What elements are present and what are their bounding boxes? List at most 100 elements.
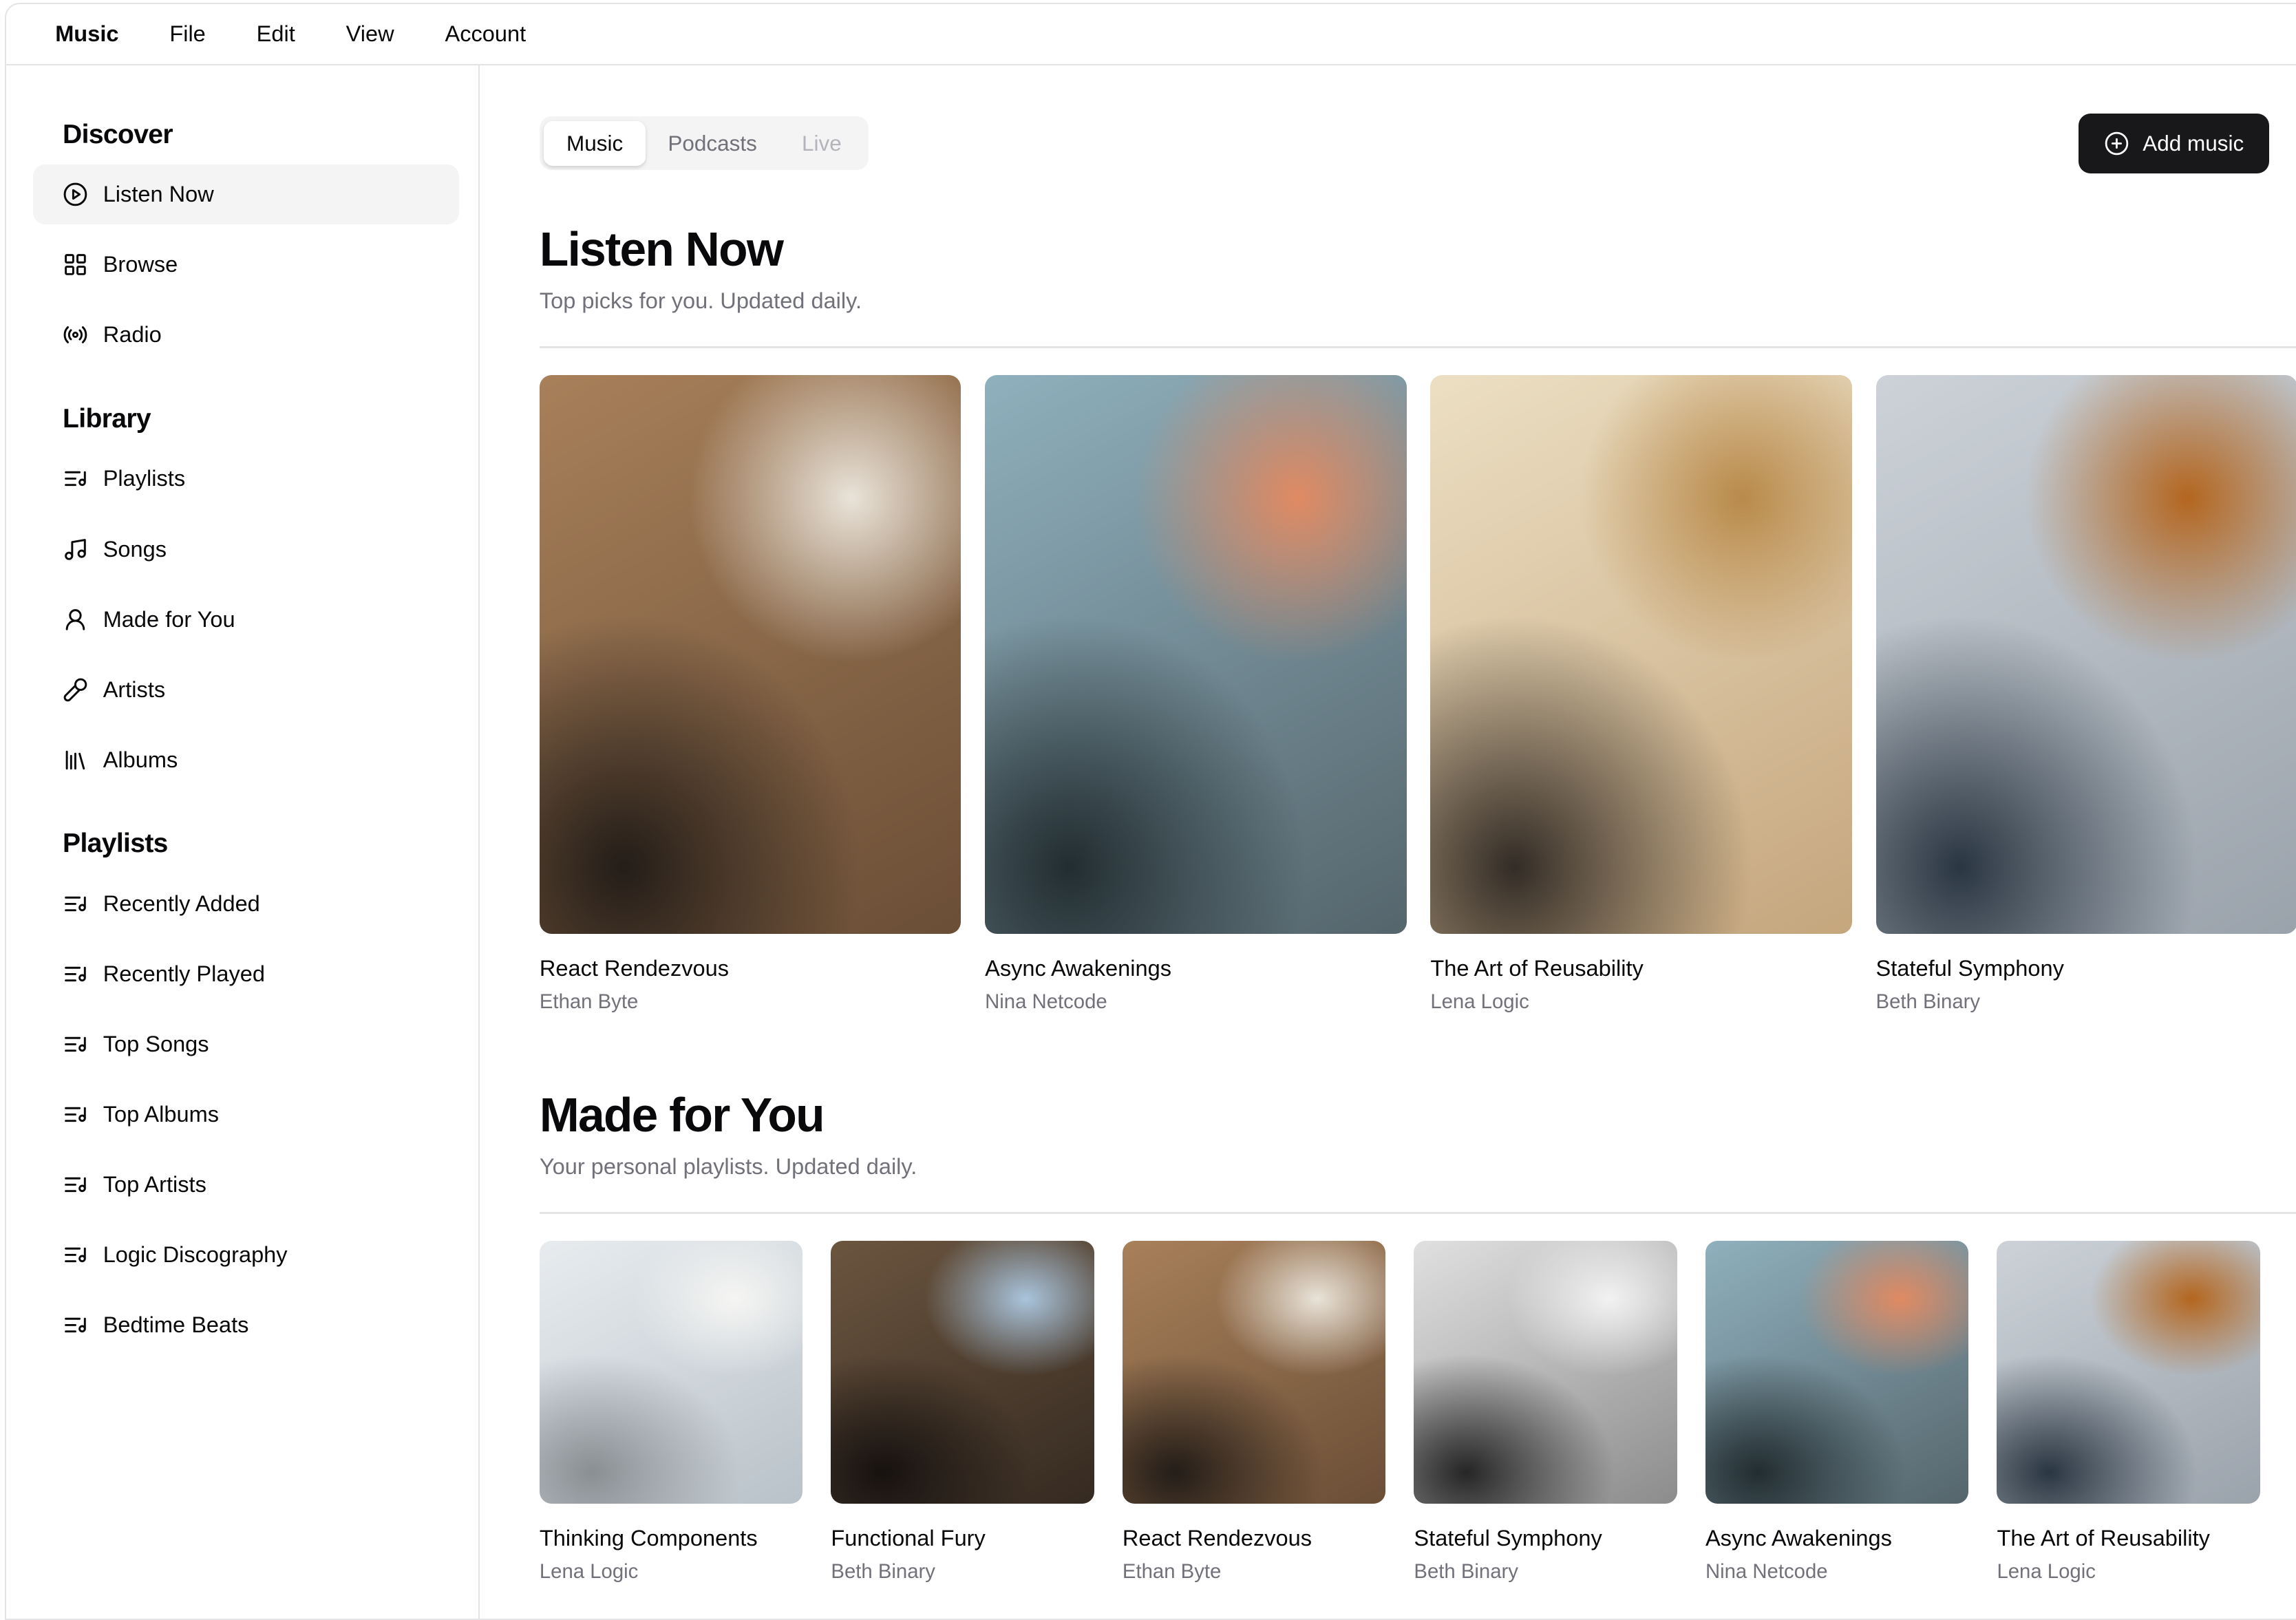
tab-music[interactable]: Music [544,120,646,166]
album-cover[interactable] [539,374,961,934]
menu-music[interactable]: Music [55,21,118,47]
album-title: React Rendezvous [539,956,730,981]
sidebar-item-label: Listen Now [103,182,214,207]
playlist-artist: Ethan Byte [1122,1559,1222,1583]
album-title: Stateful Symphony [1875,956,2064,981]
playlist-artist: Nina Netcode [1705,1559,1828,1583]
microphone-icon [63,678,87,701]
list-music-icon [65,966,86,982]
album-artist: Nina Netcode [985,990,1107,1013]
album-card: Stateful Symphony Beth Binary [1875,374,2296,1014]
playlist-title: Stateful Symphony [1414,1526,1602,1551]
sidebar-item-artists[interactable]: Artists [33,660,459,720]
playlist-title: Functional Fury [831,1526,986,1551]
playlist-cover[interactable] [1414,1240,1677,1504]
sidebar-item-albums[interactable]: Albums [33,730,459,790]
music-note-icon [65,538,86,560]
sidebar-item-top-artists[interactable]: Top Artists [33,1155,459,1215]
playlist-cover[interactable] [1122,1240,1386,1504]
radio-icon [63,326,87,344]
sidebar-item-label: Radio [103,322,162,348]
tab-list: Music Podcasts Live [539,116,869,171]
list-music-icon [65,1036,86,1052]
list-music-icon [65,471,86,487]
sidebar-item-songs[interactable]: Songs [33,520,459,579]
play-circle-icon [63,182,87,206]
divider [539,1212,2296,1214]
tab-live[interactable]: Live [779,121,864,166]
playlist-card: The Art of Reusability Lena Logic [1997,1240,2260,1584]
sidebar-section-playlists: Playlists [63,829,168,859]
sidebar-item-top-albums[interactable]: Top Albums [33,1085,459,1144]
playlist-artist: Beth Binary [1414,1559,1518,1583]
album-artist: Lena Logic [1430,990,1529,1013]
menu-view[interactable]: View [346,21,394,47]
playlist-card: React Rendezvous Ethan Byte [1122,1240,1386,1584]
sidebar-item-browse[interactable]: Browse [33,235,459,295]
sidebar-item-listen-now[interactable]: Listen Now [32,164,459,225]
playlist-card: Functional Fury Beth Binary [831,1240,1094,1584]
sidebar-item-recently-added[interactable]: Recently Added [33,874,459,934]
playlist-title: React Rendezvous [1122,1526,1312,1551]
add-music-label: Add music [2143,130,2244,156]
section-subtitle-made-for-you: Your personal playlists. Updated daily. [539,1153,917,1179]
circle-plus-icon [2105,131,2128,156]
section-subtitle-listen-now: Top picks for you. Updated daily. [539,288,862,313]
list-music-icon [65,896,86,912]
sidebar-item-label: Browse [103,252,178,277]
album-artist: Beth Binary [1875,990,1981,1013]
album-cover[interactable] [1875,374,2296,934]
sidebar-item-made-for-you[interactable]: Made for You [33,590,459,650]
sidebar-item-label: Bedtime Beats [103,1312,249,1338]
sidebar-item-top-songs[interactable]: Top Songs [33,1014,459,1074]
playlist-title: Thinking Components [539,1526,758,1551]
sidebar-item-playlists[interactable]: Playlists [33,449,459,509]
menu-file[interactable]: File [169,21,205,47]
playlist-cover[interactable] [1997,1240,2260,1504]
playlist-artist: Lena Logic [539,1559,639,1583]
playlist-artist: Beth Binary [831,1559,935,1583]
list-music-icon [65,1248,86,1263]
list-music-icon [65,1107,86,1122]
album-title: Async Awakenings [985,956,1172,981]
sidebar-item-recently-played[interactable]: Recently Played [33,944,459,1004]
playlist-cover[interactable] [539,1240,803,1504]
sidebar: Discover Listen Now Browse Radio Library [6,65,480,1619]
album-cover[interactable] [1430,374,1852,934]
main-content: Music Podcasts Live Add music Listen Now… [480,65,2296,1619]
sidebar-item-label: Songs [103,536,167,562]
layout-grid-icon [65,254,86,276]
album-title: The Art of Reusability [1430,956,1644,981]
playlist-title: Async Awakenings [1705,1526,1892,1551]
tab-podcasts[interactable]: Podcasts [646,121,780,166]
list-music-icon [65,1177,86,1193]
playlist-card: Async Awakenings Nina Netcode [1705,1240,1969,1584]
sidebar-item-label: Artists [103,676,166,702]
sidebar-item-label: Made for You [103,606,235,632]
sidebar-item-label: Top Artists [103,1172,206,1197]
user-icon [65,608,85,630]
playlist-title: The Art of Reusability [1997,1526,2210,1551]
sidebar-section-discover: Discover [63,119,173,149]
sidebar-item-label: Top Albums [103,1102,220,1127]
album-cover[interactable] [985,374,1407,934]
album-card: React Rendezvous Ethan Byte [539,374,961,1014]
sidebar-item-label: Top Songs [103,1031,209,1056]
playlist-card: Thinking Components Lena Logic [539,1240,803,1584]
library-icon [65,750,85,770]
listen-now-cards: React Rendezvous Ethan Byte Async Awaken… [539,374,2296,1014]
sidebar-item-bedtime-beats[interactable]: Bedtime Beats [33,1295,459,1355]
playlist-artist: Lena Logic [1997,1559,2096,1583]
menu-edit[interactable]: Edit [257,21,295,47]
album-card: Async Awakenings Nina Netcode [985,374,1407,1014]
add-music-button[interactable]: Add music [2078,113,2270,173]
sidebar-item-radio[interactable]: Radio [33,305,459,365]
app-window: Music File Edit View Account Discover Li… [4,3,2296,1620]
sidebar-item-label: Recently Added [103,891,260,916]
playlist-cover[interactable] [1705,1240,1969,1504]
sidebar-item-logic-discography[interactable]: Logic Discography [33,1225,459,1285]
menu-account[interactable]: Account [445,21,526,47]
list-music-icon [65,1318,86,1333]
playlist-cover[interactable] [831,1240,1094,1504]
section-title-listen-now: Listen Now [539,222,784,277]
